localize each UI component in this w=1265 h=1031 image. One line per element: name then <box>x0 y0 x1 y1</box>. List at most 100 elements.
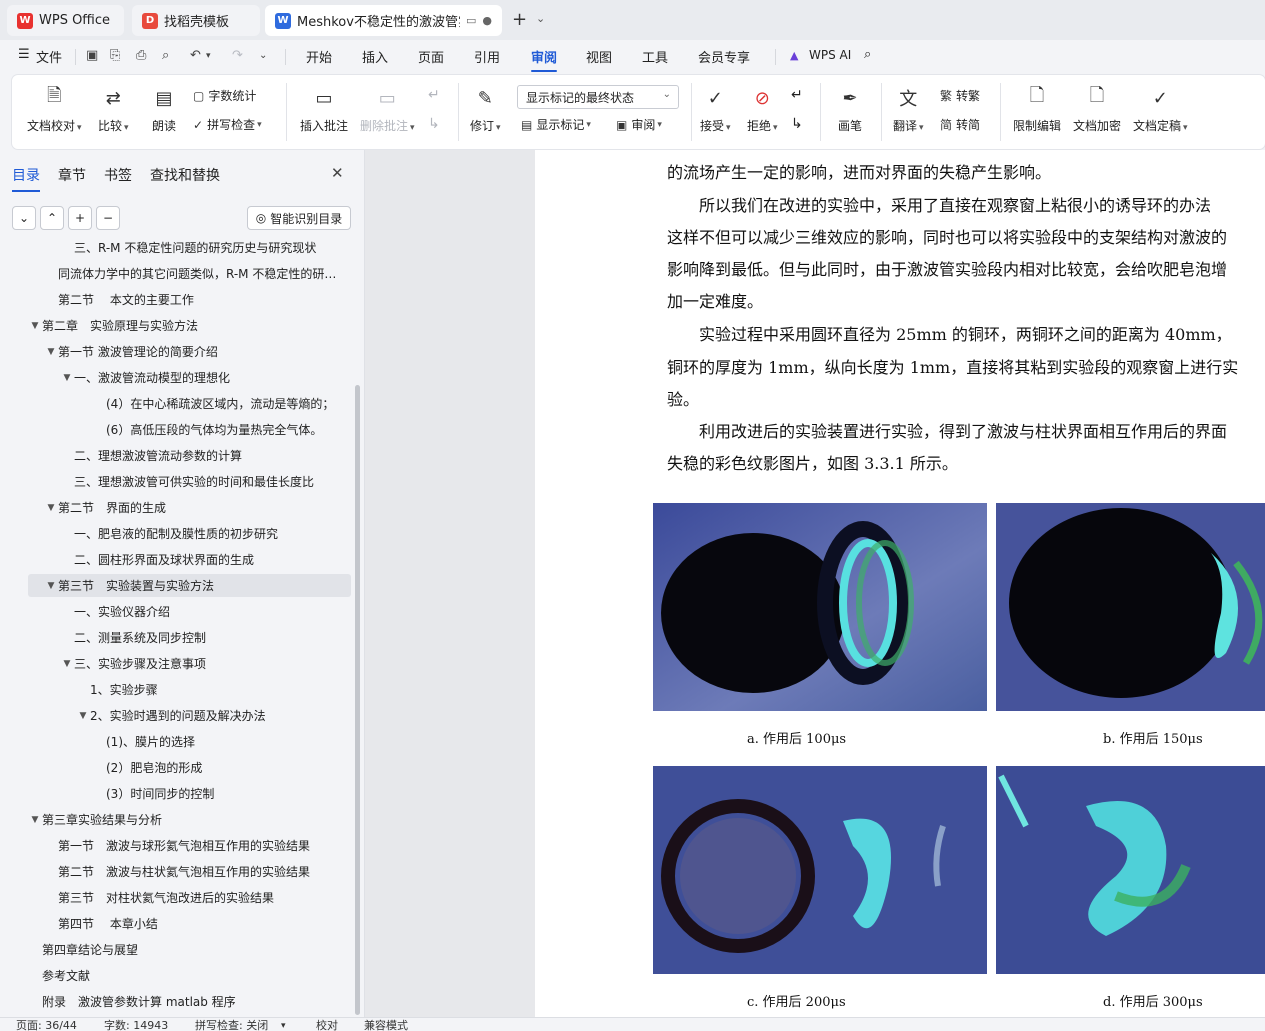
review-pane-button[interactable]: ▣ 审阅 ▾ <box>616 116 662 133</box>
menu-references[interactable]: 引用 <box>474 47 500 66</box>
expand-triangle-icon[interactable]: ▼ <box>28 321 42 331</box>
chevron-down-icon[interactable]: ⌄ <box>536 12 545 25</box>
chevron-down-icon[interactable]: ▾ <box>281 1020 286 1031</box>
collapse-chevron-up-icon[interactable]: ⌃ <box>40 206 64 230</box>
menu-review[interactable]: 审阅 <box>531 47 558 72</box>
prev-comment-icon[interactable]: ↵ <box>428 87 440 103</box>
to-simplified-button[interactable]: 简转简 <box>940 116 980 133</box>
nav-tab-find-replace[interactable]: 查找和替换 <box>150 165 220 185</box>
show-markup-button[interactable]: ▤ 显示标记 ▾ <box>521 116 591 133</box>
nav-tab-bookmarks[interactable]: 书签 <box>104 165 132 185</box>
toc-item[interactable]: 第二节 激波与柱状氦气泡相互作用的实验结果 <box>28 860 351 883</box>
expand-triangle-icon[interactable]: ▼ <box>60 659 74 669</box>
remove-heading-minus-icon[interactable]: − <box>96 206 120 230</box>
toc-item[interactable]: 一、肥皂液的配制及膜性质的初步研究 <box>28 522 351 545</box>
expand-triangle-icon[interactable]: ▼ <box>76 711 90 721</box>
menu-page[interactable]: 页面 <box>418 47 444 66</box>
print-icon[interactable]: ⎙ <box>136 48 146 63</box>
nav-tab-chapters[interactable]: 章节 <box>58 165 86 185</box>
toc-item[interactable]: 三、理想激波管可供实验的时间和最佳长度比 <box>28 470 351 493</box>
print-preview-icon[interactable]: ⌕ <box>162 48 169 63</box>
word-count-button[interactable]: ▢ 字数统计 <box>193 87 256 104</box>
menu-tools[interactable]: 工具 <box>642 47 668 66</box>
nav-tab-toc[interactable]: 目录 <box>12 165 40 192</box>
expand-triangle-icon[interactable]: ▼ <box>44 503 58 513</box>
expand-triangle-icon[interactable]: ▼ <box>44 581 58 591</box>
toc-item[interactable]: 二、圆柱形界面及球状界面的生成 <box>28 548 351 571</box>
expand-triangle-icon[interactable]: ▼ <box>28 815 42 825</box>
pen-button[interactable]: ✒ 画笔 <box>837 85 863 134</box>
menu-wps-ai[interactable]: WPS AI <box>809 48 851 62</box>
compare-button[interactable]: ⇄ 比较 ▾ <box>98 85 129 134</box>
export-icon[interactable]: ⎘ <box>110 48 120 63</box>
undo-dropdown-icon[interactable]: ▾ <box>206 51 211 61</box>
toc-item[interactable]: (2）肥皂泡的形成 <box>28 756 351 779</box>
next-comment-icon[interactable]: ↳ <box>428 116 440 132</box>
file-menu[interactable]: 文件 <box>36 47 62 66</box>
markup-display-select[interactable]: 显示标记的最终状态 ⌄ <box>517 85 679 109</box>
menu-view[interactable]: 视图 <box>586 47 612 66</box>
toc-item[interactable]: 三、R-M 不稳定性问题的研究历史与研究现状 <box>28 236 351 259</box>
toc-item[interactable]: (6）高低压段的气体均为量热完全气体。 <box>28 418 351 441</box>
new-tab-plus-icon[interactable]: + <box>512 9 527 30</box>
reject-button[interactable]: ⊘ 拒绝 ▾ <box>747 85 778 134</box>
translate-button[interactable]: 文 翻译 ▾ <box>893 85 924 134</box>
hamburger-menu-icon[interactable]: ☰ <box>18 47 30 62</box>
toc-item[interactable]: (1)、膜片的选择 <box>28 730 351 753</box>
nav-scrollbar[interactable] <box>355 385 360 1015</box>
add-heading-plus-icon[interactable]: + <box>68 206 92 230</box>
search-icon[interactable]: ⌕ <box>864 47 871 62</box>
expand-triangle-icon[interactable]: ▼ <box>60 373 74 383</box>
toc-item[interactable]: 第四章结论与展望 <box>28 938 351 961</box>
unsaved-dot-icon[interactable]: ● <box>482 14 492 27</box>
tab-wps-office[interactable]: W WPS Office <box>7 5 124 36</box>
tab-current-document[interactable]: W Meshkov不稳定性的激波管实 ▭ ● <box>265 5 502 36</box>
toc-item[interactable]: 参考文献 <box>28 964 351 987</box>
redo-icon[interactable]: ↷ <box>232 48 243 63</box>
next-change-icon[interactable]: ↳ <box>791 116 803 132</box>
spell-check-button[interactable]: ✓ 拼写检查 ▾ <box>193 116 262 133</box>
menu-insert[interactable]: 插入 <box>362 47 388 66</box>
monitor-icon[interactable]: ▭ <box>466 14 476 27</box>
tab-docer-templates[interactable]: D 找稻壳模板 <box>132 5 260 36</box>
menu-home[interactable]: 开始 <box>306 47 332 66</box>
toc-item[interactable]: ▼ 三、实验步骤及注意事项 <box>28 652 351 675</box>
proofread-button[interactable]: 🗎 文档校对 ▾ <box>27 85 82 134</box>
close-icon[interactable]: ✕ <box>331 164 344 182</box>
restrict-edit-button[interactable]: 🗋 限制编辑 <box>1013 85 1061 134</box>
toc-item[interactable]: (3）时间同步的控制 <box>28 782 351 805</box>
toc-item[interactable]: (4）在中心稀疏波区域内，流动是等熵的； <box>28 392 351 415</box>
encrypt-button[interactable]: 🗋 文档加密 <box>1073 85 1121 134</box>
toc-item[interactable]: 一、实验仪器介绍 <box>28 600 351 623</box>
delete-comment-button[interactable]: ▭ 删除批注 ▾ <box>360 85 415 134</box>
toc-item[interactable]: 1、实验步骤 <box>28 678 351 701</box>
track-changes-button[interactable]: ✎ 修订 ▾ <box>470 85 501 134</box>
smart-toc-button[interactable]: ◎ 智能识别目录 <box>247 206 351 230</box>
spell-check-status[interactable]: 拼写检查: 关闭 <box>195 1020 268 1031</box>
toc-item[interactable]: ▼ 第三节 实验装置与实验方法 <box>28 574 351 597</box>
toc-item[interactable]: ▼ 第一节 激波管理论的简要介绍 <box>28 340 351 363</box>
menu-member[interactable]: 会员专享 <box>698 47 750 66</box>
toc-item[interactable]: ▼ 第三章实验结果与分析 <box>28 808 351 831</box>
toc-item[interactable]: 同流体力学中的其它问题类似，R-M 不稳定性的研… <box>28 262 351 285</box>
finalize-button[interactable]: ✓ 文档定稿 ▾ <box>1133 85 1188 134</box>
toc-item[interactable]: ▼ 第二章 实验原理与实验方法 <box>28 314 351 337</box>
toc-item[interactable]: 二、测量系统及同步控制 <box>28 626 351 649</box>
to-traditional-button[interactable]: 繁转繁 <box>940 87 980 104</box>
toc-item[interactable]: ▼ 一、激波管流动模型的理想化 <box>28 366 351 389</box>
toc-item[interactable]: 附录 激波管参数计算 matlab 程序 <box>28 990 351 1013</box>
toc-item[interactable]: 第一节 激波与球形氦气泡相互作用的实验结果 <box>28 834 351 857</box>
toc-item[interactable]: 第二节 本文的主要工作 <box>28 288 351 311</box>
undo-icon[interactable]: ↶ <box>190 48 201 63</box>
word-count-status[interactable]: 字数: 14943 <box>104 1020 168 1031</box>
insert-comment-button[interactable]: ▭ 插入批注 <box>300 85 348 134</box>
expand-all-chevron-down-icon[interactable]: ⌄ <box>12 206 36 230</box>
page-indicator[interactable]: 页面: 36/44 <box>16 1020 77 1031</box>
save-icon[interactable]: ▣ <box>86 48 98 63</box>
toc-item[interactable]: ▼ 第二节 界面的生成 <box>28 496 351 519</box>
toc-item[interactable]: 二、理想激波管流动参数的计算 <box>28 444 351 467</box>
read-aloud-button[interactable]: ▤ 朗读 <box>151 85 177 134</box>
toc-item[interactable]: ▼ 2、实验时遇到的问题及解决办法 <box>28 704 351 727</box>
expand-triangle-icon[interactable]: ▼ <box>44 347 58 357</box>
proof-status[interactable]: 校对 <box>316 1020 338 1031</box>
